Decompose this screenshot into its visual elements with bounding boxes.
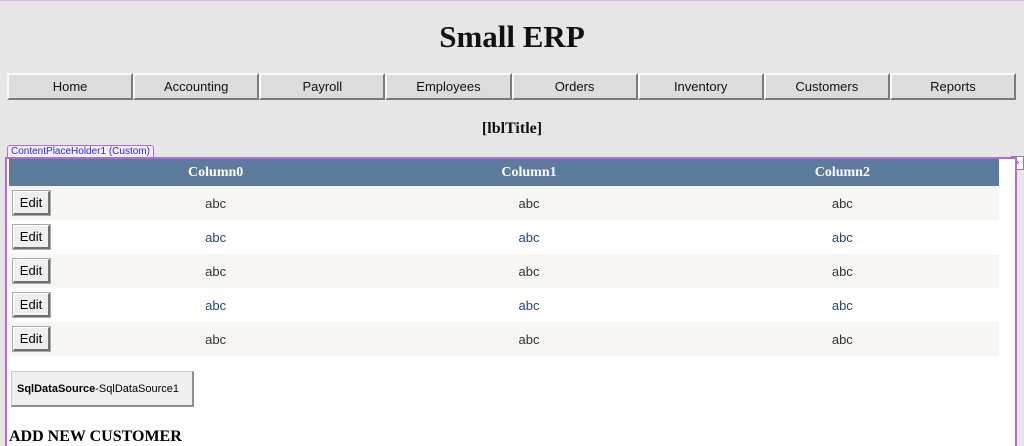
grid-command-cell: Edit <box>9 254 59 288</box>
grid-cell: abc <box>372 186 686 220</box>
content-placeholder: Column0 Column1 Column2 Edit abc abc abc… <box>5 157 1017 446</box>
edit-button[interactable]: Edit <box>12 258 51 284</box>
grid-header-column0: Column0 <box>59 159 373 186</box>
table-row: Edit abc abc abc <box>9 220 999 254</box>
menu-item-employees[interactable]: Employees <box>385 73 512 100</box>
edit-button[interactable]: Edit <box>12 224 51 250</box>
grid-header-column2: Column2 <box>685 159 999 186</box>
menu-item-reports[interactable]: Reports <box>889 73 1016 100</box>
grid-command-cell: Edit <box>9 186 59 220</box>
grid-cell: abc <box>685 322 999 356</box>
grid-cell: abc <box>59 288 373 322</box>
edit-button[interactable]: Edit <box>12 326 51 352</box>
menu-item-accounting[interactable]: Accounting <box>133 73 260 100</box>
sql-datasource-control[interactable]: SqlDataSource - SqlDataSource1 <box>11 371 194 407</box>
grid-cell: abc <box>372 288 686 322</box>
site-title: Small ERP <box>439 19 585 54</box>
table-row: Edit abc abc abc <box>9 322 999 356</box>
grid-cell: abc <box>685 254 999 288</box>
grid-cell: abc <box>685 186 999 220</box>
menu-item-payroll[interactable]: Payroll <box>259 73 386 100</box>
menu-item-inventory[interactable]: Inventory <box>637 73 764 100</box>
page-title-label: [lblTitle] <box>481 120 543 137</box>
grid-cell: abc <box>685 220 999 254</box>
menu-item-customers[interactable]: Customers <box>763 73 890 100</box>
grid-cell: abc <box>59 220 373 254</box>
menu-item-home[interactable]: Home <box>7 73 134 100</box>
grid-header-row: Column0 Column1 Column2 <box>9 159 999 186</box>
main-menu: Home Accounting Payroll Employees Orders… <box>7 73 1016 100</box>
menu-item-orders[interactable]: Orders <box>511 73 638 100</box>
grid-cell: abc <box>372 322 686 356</box>
datasource-instance-label: SqlDataSource1 <box>98 382 180 395</box>
table-row: Edit abc abc abc <box>9 254 999 288</box>
edit-button[interactable]: Edit <box>12 190 51 216</box>
grid-cell: abc <box>59 186 373 220</box>
table-row: Edit abc abc abc <box>9 288 999 322</box>
grid-cell: abc <box>59 254 373 288</box>
edit-button[interactable]: Edit <box>12 292 51 318</box>
grid-cell: abc <box>372 220 686 254</box>
grid-header-command <box>9 159 59 186</box>
grid-cell: abc <box>372 254 686 288</box>
grid-command-cell: Edit <box>9 322 59 356</box>
datasource-type-label: SqlDataSource <box>17 382 96 395</box>
customers-grid: Column0 Column1 Column2 Edit abc abc abc… <box>9 159 999 356</box>
grid-command-cell: Edit <box>9 288 59 322</box>
table-row: Edit abc abc abc <box>9 186 999 220</box>
grid-command-cell: Edit <box>9 220 59 254</box>
grid-cell: abc <box>59 322 373 356</box>
grid-header-column1: Column1 <box>372 159 686 186</box>
add-customer-heading: ADD NEW CUSTOMER <box>9 428 182 445</box>
grid-cell: abc <box>685 288 999 322</box>
